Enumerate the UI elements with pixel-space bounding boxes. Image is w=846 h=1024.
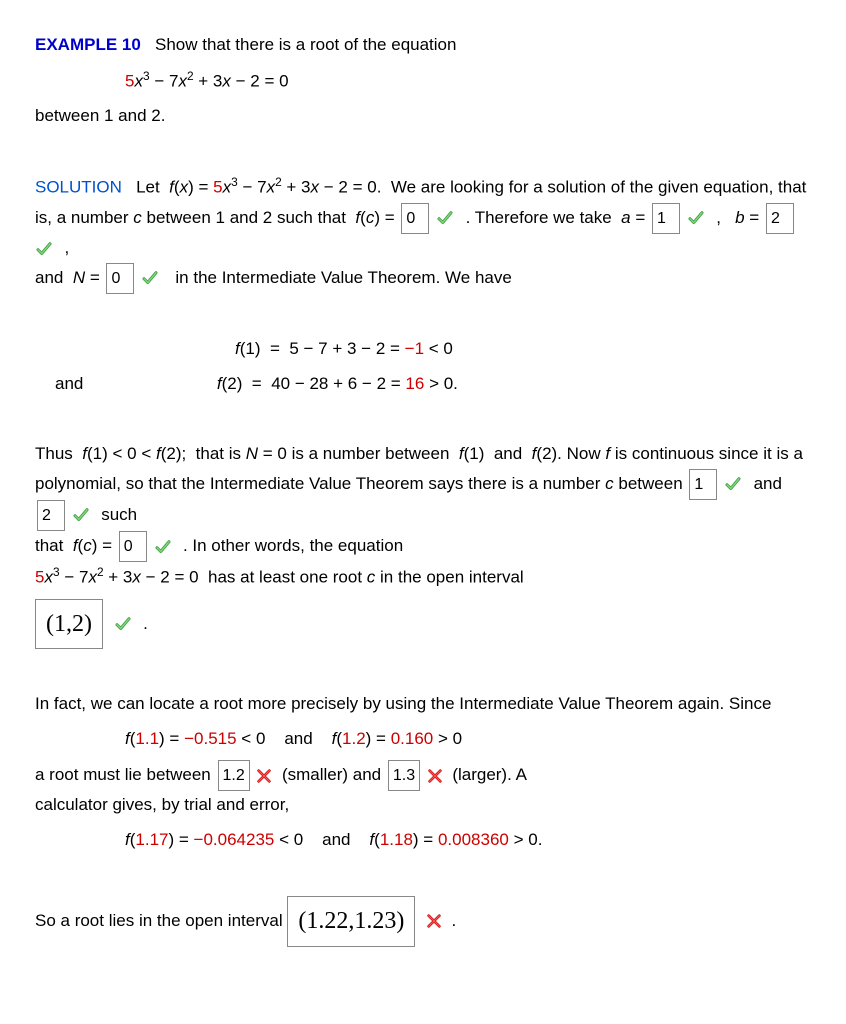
input-c1[interactable]: 1	[689, 469, 717, 500]
check-icon	[35, 234, 55, 263]
solution-para: SOLUTION Let f(x) = 5x3 − 7x2 + 3x − 2 =…	[35, 172, 811, 294]
input-interval[interactable]: (1,2)	[35, 599, 103, 650]
input-b[interactable]: 2	[766, 203, 794, 234]
input-fc[interactable]: 0	[401, 203, 429, 234]
final-row: So a root lies in the open interval (1.2…	[35, 896, 811, 947]
thus-para: Thus f(1) < 0 < f(2); that is N = 0 is a…	[35, 440, 811, 593]
input-N[interactable]: 0	[106, 263, 134, 294]
main-equation: 5x3 − 7x2 + 3x − 2 = 0	[125, 66, 811, 97]
infact-para: In fact, we can locate a root more preci…	[35, 690, 811, 719]
check-icon	[724, 470, 744, 499]
cross-icon	[256, 765, 272, 784]
input-c2[interactable]: 2	[37, 500, 65, 531]
input-interval2[interactable]: (1.22,1.23)	[287, 896, 415, 947]
check-icon	[436, 204, 456, 233]
check-icon	[114, 610, 134, 639]
f1-calc: f(1) = 5 − 7 + 3 − 2 = −1 < 0	[235, 335, 811, 364]
f117-f118: f(1.17) = −0.064235 < 0 and f(1.18) = 0.…	[125, 826, 811, 855]
solution-label: SOLUTION	[35, 178, 122, 197]
interval-row: (1,2) .	[35, 599, 811, 650]
example-header: EXAMPLE 10 Show that there is a root of …	[35, 31, 811, 60]
check-icon	[141, 264, 161, 293]
root-between: a root must lie between 1.2 (smaller) an…	[35, 760, 811, 820]
f2-calc-row: and f(2) = 40 − 28 + 6 − 2 = 16 > 0.	[35, 370, 811, 399]
between-text: between 1 and 2.	[35, 102, 811, 131]
input-r2[interactable]: 1.3	[388, 760, 420, 791]
f11-f12: f(1.1) = −0.515 < 0 and f(1.2) = 0.160 >…	[125, 725, 811, 754]
check-icon	[72, 501, 92, 530]
input-a[interactable]: 1	[652, 203, 680, 234]
check-icon	[687, 204, 707, 233]
equation-body: x	[134, 72, 143, 91]
input-fc2[interactable]: 0	[119, 531, 147, 562]
cross-icon	[426, 911, 442, 930]
check-icon	[154, 532, 174, 561]
example-prompt: Show that there is a root of the equatio…	[155, 35, 456, 54]
example-label: EXAMPLE 10	[35, 35, 141, 54]
input-r1[interactable]: 1.2	[218, 760, 250, 791]
cross-icon	[427, 765, 443, 784]
